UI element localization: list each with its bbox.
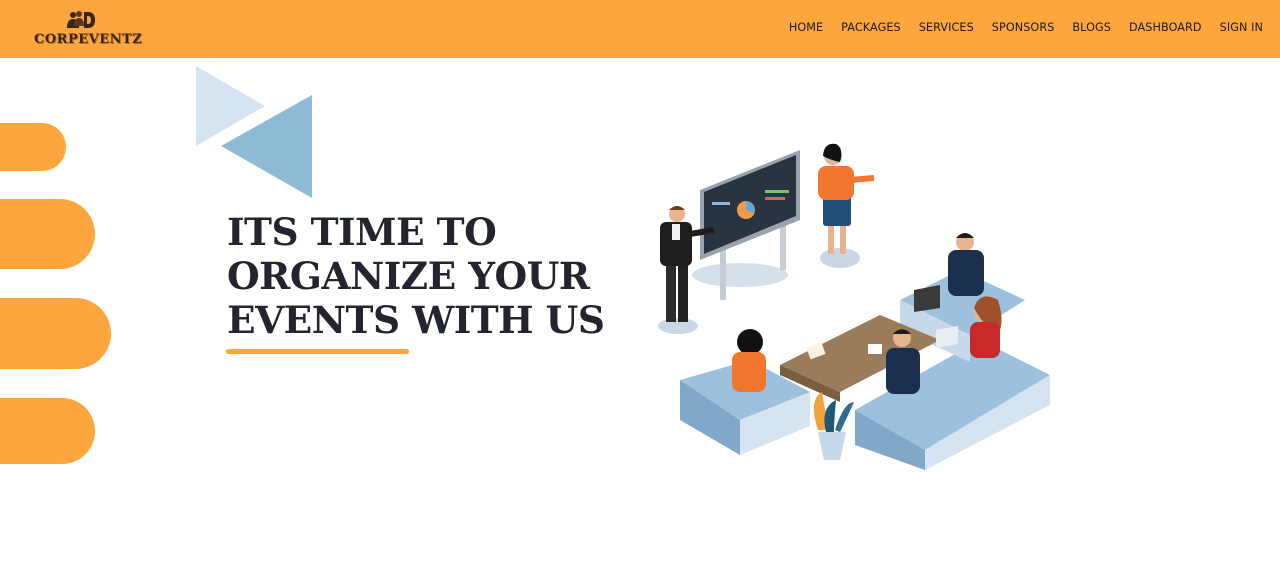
headline-line-3: EVENTS WITH US (227, 298, 605, 342)
hero-headline: ITS TIME TO ORGANIZE YOUR EVENTS WITH US (227, 210, 605, 342)
decorative-pill-1 (0, 123, 66, 171)
headline-line-1: ITS TIME TO (227, 210, 497, 254)
nav-sponsors-link[interactable]: SPONSORS (992, 21, 1055, 34)
headline-underline (226, 349, 409, 354)
decorative-pill-4 (0, 398, 95, 464)
decorative-pill-2 (0, 199, 95, 269)
nav-blogs-link[interactable]: BLOGS (1072, 21, 1111, 34)
business-meeting-illustration (658, 143, 1050, 470)
nav-services-link[interactable]: SERVICES (919, 21, 974, 34)
brand-logo[interactable]: CORPEVENTZ (30, 8, 142, 50)
nav-sign-in-link[interactable]: SIGN IN (1220, 21, 1263, 34)
main-nav: HOME PACKAGES SERVICES SPONSORS BLOGS DA… (789, 21, 1263, 34)
top-navbar: CORPEVENTZ HOME PACKAGES SERVICES SPONSO… (0, 0, 1280, 58)
decorative-triangles (196, 66, 312, 198)
nav-dashboard-link[interactable]: DASHBOARD (1129, 21, 1202, 34)
decorative-pill-3 (0, 298, 111, 369)
nav-packages-link[interactable]: PACKAGES (841, 21, 901, 34)
headline-line-2: ORGANIZE YOUR (227, 254, 590, 298)
people-logo-icon (67, 11, 95, 28)
brand-name: CORPEVENTZ (34, 32, 143, 47)
nav-home-link[interactable]: HOME (789, 21, 823, 34)
